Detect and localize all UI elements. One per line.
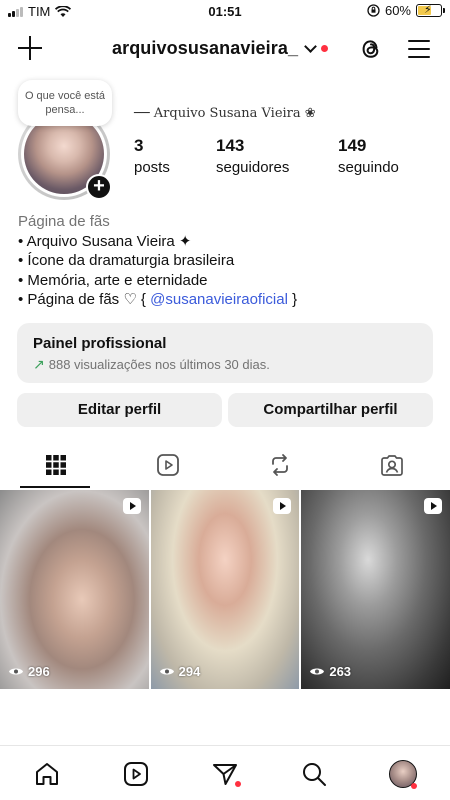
- threads-icon[interactable]: [358, 36, 384, 62]
- trend-up-icon: ↗: [33, 356, 45, 372]
- tab-tagged[interactable]: [317, 440, 450, 490]
- dashboard-subtitle: 888 visualizações nos últimos 30 dias.: [48, 357, 270, 372]
- orientation-lock-icon: [367, 4, 380, 17]
- view-count: 263: [309, 664, 351, 679]
- tagged-icon: [381, 455, 403, 476]
- following-label: seguindo: [338, 159, 399, 176]
- username: arquivosusanavieira_: [112, 38, 299, 58]
- notification-dot: [321, 45, 329, 52]
- view-count: 296: [8, 664, 50, 679]
- bio-line: • Arquivo Susana Vieira ✦: [18, 232, 192, 250]
- posts-grid: 296 294 263: [0, 490, 450, 690]
- search-icon[interactable]: [300, 760, 328, 788]
- battery-percent: 60%: [384, 3, 411, 18]
- bio-mention-link[interactable]: @susanavieiraoficial: [150, 291, 288, 308]
- note-bubble[interactable]: O que você está pensa...: [18, 80, 112, 126]
- battery-icon: ⚡: [416, 4, 445, 17]
- bio-line-suffix: }: [287, 291, 298, 308]
- profile-header: arquivosusanavieira_: [0, 28, 450, 72]
- stat-followers[interactable]: 143 seguidores: [216, 136, 289, 176]
- dashboard-title: Painel profissional: [33, 335, 167, 352]
- bio: Página de fãs • Arquivo Susana Vieira ✦ …: [18, 212, 438, 310]
- reel-badge-icon: [424, 498, 443, 514]
- reel-badge-icon: [122, 498, 141, 514]
- display-name: ── Arquivo Susana Vieira ❀: [134, 106, 316, 121]
- view-count-value: 296: [28, 664, 50, 679]
- followers-label: seguidores: [216, 159, 290, 176]
- bio-line: • Memória, arte e eternidade: [18, 271, 208, 289]
- stat-following[interactable]: 149 seguindo: [338, 136, 399, 176]
- status-bar: TIM 01:51 60% ⚡: [0, 0, 450, 24]
- edit-profile-button[interactable]: Editar perfil: [17, 393, 222, 427]
- profile-tabs: [0, 440, 450, 490]
- posts-label: posts: [134, 159, 170, 176]
- view-count-value: 294: [178, 664, 201, 679]
- messages-notification-dot: [235, 781, 241, 787]
- charging-bolt-icon: ⚡: [424, 4, 432, 16]
- reels-icon: [157, 454, 179, 476]
- share-profile-button[interactable]: Compartilhar perfil: [228, 393, 433, 427]
- view-count: 294: [159, 664, 201, 679]
- post-thumbnail[interactable]: 296: [0, 490, 149, 689]
- posts-count: 3: [134, 136, 144, 155]
- active-tab-indicator: [20, 486, 90, 488]
- post-thumbnail[interactable]: 263: [301, 490, 450, 689]
- bio-category: Página de fãs: [18, 213, 110, 230]
- add-story-button[interactable]: +: [86, 174, 112, 200]
- reel-badge-icon: [273, 498, 292, 514]
- bio-line-prefix: • Página de fãs ♡ {: [18, 291, 151, 308]
- eye-icon: [310, 668, 325, 675]
- bottom-nav: [0, 745, 450, 800]
- eye-icon: [159, 668, 174, 675]
- followers-count: 143: [216, 136, 245, 155]
- view-count-value: 263: [329, 664, 352, 679]
- home-icon[interactable]: [33, 760, 61, 788]
- chevron-down-icon: [304, 39, 317, 53]
- professional-dashboard[interactable]: Painel profissional ↗ 888 visualizações …: [17, 323, 433, 383]
- account-switcher[interactable]: arquivosusanavieira_: [112, 38, 329, 59]
- eye-icon: [9, 668, 23, 675]
- post-thumbnail[interactable]: 294: [150, 490, 300, 689]
- menu-icon[interactable]: [406, 38, 432, 60]
- bio-line: • Página de fãs ♡ { @susanavieiraoficial…: [18, 290, 438, 310]
- profile-notification-dot: [411, 783, 417, 789]
- bio-line: • Ícone da dramaturgia brasileira: [18, 252, 235, 269]
- grid-icon: [46, 455, 66, 475]
- stat-posts[interactable]: 3 posts: [134, 136, 170, 176]
- reels-icon[interactable]: [122, 760, 150, 788]
- dashboard-subtitle-row: ↗ 888 visualizações nos últimos 30 dias.: [33, 356, 417, 373]
- reposts-icon: [272, 454, 288, 476]
- note-text: O que você está pensa...: [24, 90, 106, 116]
- plus-icon[interactable]: [16, 34, 44, 62]
- following-count: 149: [338, 136, 367, 155]
- status-right: 60% ⚡: [367, 3, 445, 18]
